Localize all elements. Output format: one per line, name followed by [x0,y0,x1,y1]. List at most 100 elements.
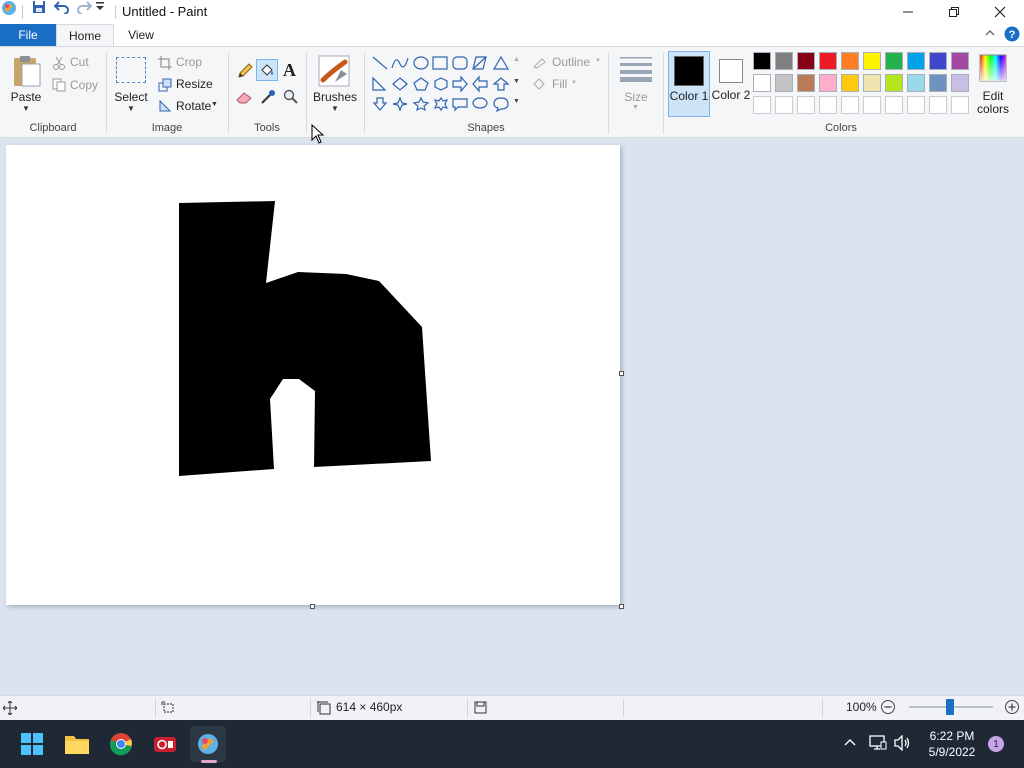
tab-file[interactable]: File [0,24,56,46]
palette-swatch[interactable] [841,96,859,114]
palette-swatch[interactable] [819,52,837,70]
shapes-expand-icon[interactable]: ▼ [513,98,520,105]
palette-swatch[interactable] [753,52,771,70]
palette-swatch[interactable] [863,74,881,92]
volume-icon[interactable] [894,734,912,754]
palette-swatch[interactable] [841,52,859,70]
color1-button[interactable]: Color 1 [668,51,710,117]
palette-swatch[interactable] [929,74,947,92]
color-picker-icon[interactable] [260,89,276,108]
palette-swatch[interactable] [841,74,859,92]
palette-swatch[interactable] [929,96,947,114]
text-tool-icon[interactable]: A [283,60,296,81]
fill-bucket-icon[interactable] [256,59,278,81]
palette-swatch[interactable] [885,74,903,92]
show-hidden-icons-icon[interactable] [843,736,857,750]
palette-swatch[interactable] [797,52,815,70]
file-explorer-icon[interactable] [59,726,95,762]
shapes-gallery[interactable] [370,54,512,114]
active-app-indicator [201,760,217,763]
palette-swatch[interactable] [907,96,925,114]
chrome-icon[interactable] [103,726,139,762]
save-icon[interactable] [32,0,46,17]
brushes-icon[interactable] [317,54,351,91]
minimize-button[interactable] [885,0,931,24]
palette-swatch[interactable] [775,96,793,114]
palette-swatch[interactable] [819,74,837,92]
palette-swatch[interactable] [863,52,881,70]
palette-swatch[interactable] [951,96,969,114]
resize-button[interactable]: Resize [176,77,213,91]
pencil-icon[interactable] [236,62,254,83]
shapes-scroll-down-icon[interactable]: ▼ [513,78,520,85]
paste-icon[interactable] [10,54,44,88]
canvas-size-icon [317,701,331,718]
palette-swatch[interactable] [753,74,771,92]
fill-button[interactable]: Fill [552,77,567,91]
select-dropdown-icon[interactable]: ▼ [127,104,135,113]
magnifier-icon[interactable] [283,89,299,108]
help-icon[interactable]: ? [1004,26,1020,45]
customize-quick-access-icon[interactable] [95,0,105,14]
paste-dropdown-icon[interactable]: ▼ [22,104,30,113]
tab-home[interactable]: Home [56,24,114,46]
size-dropdown-icon[interactable]: ▼ [632,104,639,111]
edit-colors-button[interactable]: Edit colors [973,90,1013,116]
select-icon[interactable] [116,57,146,83]
eraser-icon[interactable] [236,90,254,107]
taskbar-date[interactable]: 5/9/2022 [920,745,984,759]
rotate-dropdown-icon[interactable]: ▼ [211,101,218,108]
zoom-slider-thumb[interactable] [946,699,954,715]
zoom-in-icon[interactable] [1004,699,1020,718]
select-button[interactable]: Select [110,90,152,104]
palette-swatch[interactable] [907,52,925,70]
edit-colors-icon[interactable] [979,54,1007,82]
tab-view[interactable]: View [118,24,164,46]
brushes-dropdown-icon[interactable]: ▼ [331,104,339,113]
close-button[interactable] [977,0,1023,24]
fill-dropdown-icon[interactable]: ▼ [571,80,577,86]
paste-button[interactable]: Paste [6,90,46,104]
notification-badge[interactable]: 1 [988,736,1004,752]
palette-swatch[interactable] [775,52,793,70]
rotate-button[interactable]: Rotate [176,99,211,113]
brushes-button[interactable]: Brushes [312,90,358,104]
shapes-scroll-up-icon[interactable]: ▲ [513,56,520,63]
drawing-canvas[interactable] [6,145,620,605]
palette-swatch[interactable] [775,74,793,92]
palette-swatch[interactable] [797,96,815,114]
undo-icon[interactable] [53,0,70,17]
color1-swatch [674,56,704,86]
cut-button[interactable]: Cut [70,55,89,69]
size-button[interactable]: Size [616,90,656,104]
paint-app-icon[interactable] [1,0,17,19]
outline-dropdown-icon[interactable]: ▼ [595,58,601,64]
redo-icon[interactable] [76,0,93,17]
color1-label: Color 1 [669,89,709,103]
resize-handle-bottom[interactable] [310,604,315,609]
palette-swatch[interactable] [951,74,969,92]
copy-button[interactable]: Copy [70,78,98,92]
crop-button[interactable]: Crop [176,55,202,69]
color2-button[interactable]: Color 2 [711,51,751,117]
palette-swatch[interactable] [951,52,969,70]
resize-handle-right[interactable] [619,371,624,376]
zoom-out-icon[interactable] [880,699,896,718]
paint-taskbar-icon[interactable] [190,726,226,762]
taskbar-time[interactable]: 6:22 PM [920,729,984,743]
palette-swatch[interactable] [819,96,837,114]
palette-swatch[interactable] [885,52,903,70]
palette-swatch[interactable] [907,74,925,92]
palette-swatch[interactable] [797,74,815,92]
screen-recorder-icon[interactable] [147,726,183,762]
restore-button[interactable] [931,0,977,24]
windows-start-icon[interactable] [14,726,50,762]
resize-handle-corner[interactable] [619,604,624,609]
network-icon[interactable] [869,735,887,754]
palette-swatch[interactable] [929,52,947,70]
outline-button[interactable]: Outline [552,55,590,69]
palette-swatch[interactable] [863,96,881,114]
palette-swatch[interactable] [753,96,771,114]
palette-swatch[interactable] [885,96,903,114]
minimize-ribbon-icon[interactable] [984,27,996,41]
